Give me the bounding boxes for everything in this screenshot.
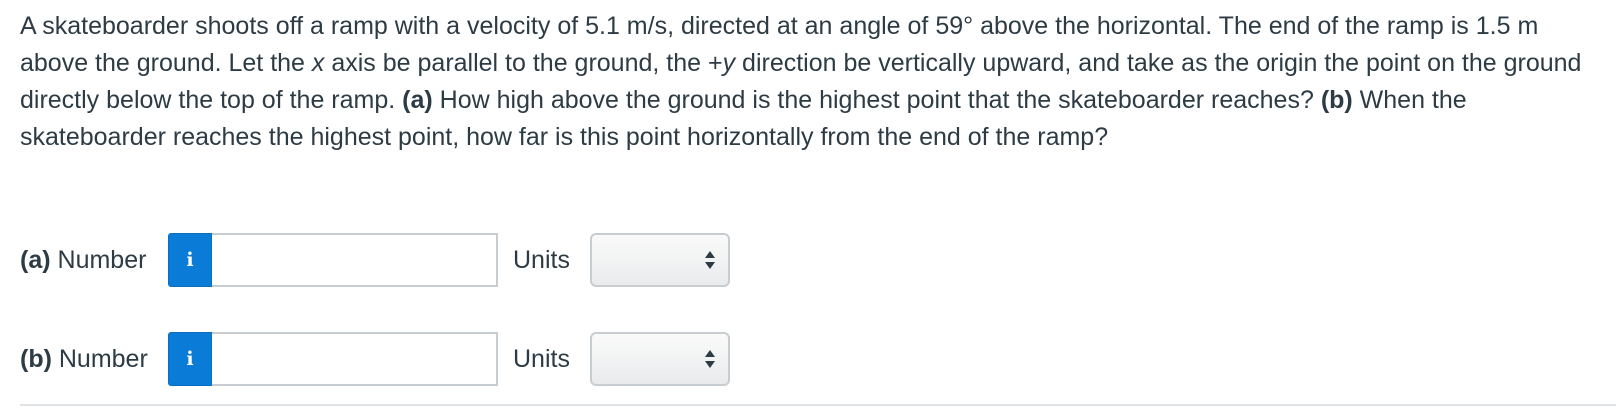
part-a-units-select[interactable] (590, 233, 730, 287)
answer-row-a: (a) Number i Units (20, 233, 730, 287)
part-b-number-label: (b) Number (20, 345, 168, 374)
part-a-number-input[interactable] (212, 233, 498, 287)
part-b-units-select[interactable] (590, 332, 730, 386)
part-a-label-tag: (a) (20, 245, 51, 274)
part-b-label-tag: (b) (20, 344, 52, 373)
part-a-units-label: Units (513, 245, 570, 274)
part-b-label-text: Number (51, 344, 148, 373)
part-b-number-input[interactable] (212, 332, 498, 386)
y-variable: y (722, 49, 736, 77)
part-a-label-text: Number (50, 245, 147, 274)
answer-row-b: (b) Number i Units (20, 332, 730, 386)
info-icon: i (186, 249, 194, 271)
select-arrows-icon (704, 349, 716, 369)
problem-statement: A skateboarder shoots off a ramp with a … (20, 8, 1600, 156)
info-icon: i (186, 348, 194, 370)
part-b-tag: (b) (1320, 86, 1353, 114)
select-arrows-icon (704, 250, 716, 270)
part-a-tag: (a) (402, 86, 433, 114)
section-divider (20, 404, 1616, 406)
part-a-info-button[interactable]: i (168, 233, 212, 287)
part-b-units-label: Units (513, 344, 570, 373)
problem-mid-1: axis be parallel to the ground, the + (324, 49, 723, 77)
part-b-info-button[interactable]: i (168, 332, 212, 386)
part-a-number-label: (a) Number (20, 246, 168, 275)
part-a-question: How high above the ground is the highest… (432, 86, 1321, 114)
x-variable: x (311, 49, 325, 77)
